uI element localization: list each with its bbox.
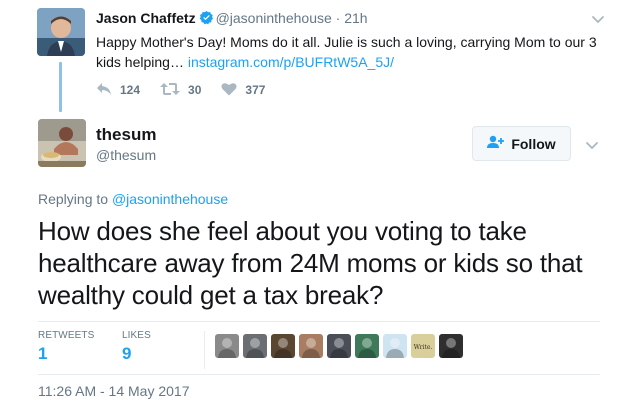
- thread-line: [59, 62, 62, 112]
- add-user-icon: [487, 135, 511, 152]
- retweets-label: RETWEETS: [38, 330, 95, 341]
- likes-label: LIKES: [122, 330, 151, 341]
- tweet-timestamp[interactable]: 11:26 AM - 14 May 2017: [38, 383, 190, 399]
- reply-count: 124: [120, 83, 141, 97]
- verified-icon: [199, 10, 214, 28]
- liker-avatar[interactable]: [383, 334, 407, 358]
- likes-stat[interactable]: LIKES 9: [122, 330, 151, 364]
- parent-name[interactable]: Jason Chaffetz: [96, 10, 196, 26]
- retweets-count: 1: [38, 344, 48, 363]
- divider: [38, 321, 600, 322]
- parent-time[interactable]: 21h: [344, 10, 367, 26]
- stat-separator: [204, 331, 205, 369]
- parent-tweet[interactable]: Jason Chaffetz @jasoninthehouse · 21h Hap…: [0, 0, 637, 112]
- svg-text:Write.: Write.: [414, 344, 433, 351]
- like-count: 377: [245, 83, 266, 97]
- replying-to: Replying to @jasoninthehouse: [38, 191, 228, 207]
- thesum-handle[interactable]: @thesum: [96, 147, 156, 163]
- parent-header: Jason Chaffetz @jasoninthehouse · 21h: [96, 10, 368, 28]
- heart-icon: [221, 82, 245, 99]
- liker-avatar[interactable]: [215, 334, 239, 358]
- like-button[interactable]: 377: [221, 82, 265, 99]
- replying-mention-link[interactable]: @jasoninthehouse: [112, 191, 228, 207]
- retweet-button[interactable]: 30: [160, 82, 201, 99]
- liker-avatar[interactable]: Write.: [411, 334, 435, 358]
- liker-avatars: Write.: [215, 334, 467, 358]
- retweet-icon: [160, 82, 188, 99]
- liker-avatar[interactable]: [243, 334, 267, 358]
- replying-prefix: Replying to: [38, 191, 112, 207]
- separator-dot: ·: [335, 10, 341, 26]
- thesum-avatar[interactable]: [38, 119, 86, 167]
- parent-actions: 124 30 377: [96, 82, 285, 98]
- reply-icon: [96, 82, 120, 99]
- parent-handle[interactable]: @jasoninthehouse: [216, 10, 332, 26]
- parent-avatar[interactable]: [37, 8, 85, 56]
- chevron-down-icon[interactable]: [591, 12, 605, 30]
- main-tweet-text: How does she feel about you voting to ta…: [38, 216, 583, 310]
- liker-avatar[interactable]: [355, 334, 379, 358]
- reply-button[interactable]: 124: [96, 82, 140, 99]
- liker-avatar[interactable]: [271, 334, 295, 358]
- follow-button[interactable]: Follow: [472, 126, 571, 161]
- retweet-count: 30: [188, 83, 202, 97]
- liker-avatar[interactable]: [299, 334, 323, 358]
- parent-tweet-text: Happy Mother's Day! Moms do it all. Juli…: [96, 32, 606, 72]
- likes-count: 9: [122, 344, 132, 363]
- thesum-name[interactable]: thesum: [96, 125, 156, 145]
- retweets-stat[interactable]: RETWEETS 1: [38, 330, 94, 364]
- follow-label: Follow: [511, 135, 556, 152]
- instagram-link[interactable]: instagram.com/p/BUFRtW5A_5J/: [188, 54, 394, 70]
- liker-avatar[interactable]: [327, 334, 351, 358]
- chevron-down-icon[interactable]: [585, 138, 599, 156]
- divider: [38, 374, 600, 375]
- liker-avatar[interactable]: [439, 334, 463, 358]
